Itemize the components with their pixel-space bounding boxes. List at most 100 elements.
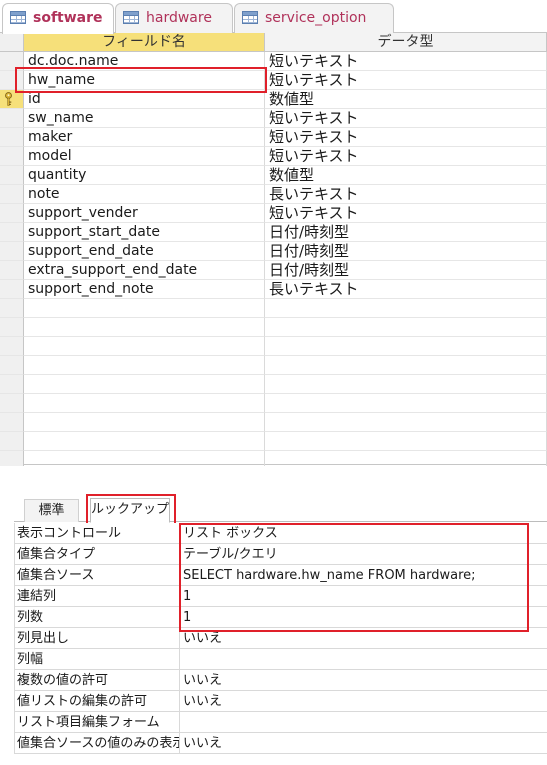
property-value[interactable]: いいえ xyxy=(180,628,547,649)
field-name-cell[interactable]: dc.doc.name xyxy=(24,52,265,71)
property-row[interactable]: 表示コントロール リスト ボックス xyxy=(14,523,547,544)
row-selector[interactable] xyxy=(0,337,24,356)
data-type-cell[interactable]: 数値型 xyxy=(265,166,547,185)
data-type-cell[interactable] xyxy=(265,299,547,318)
empty-row[interactable] xyxy=(0,337,547,356)
field-row[interactable]: note 長いテキスト xyxy=(0,185,547,204)
field-row[interactable]: support_vender 短いテキスト xyxy=(0,204,547,223)
field-name-cell[interactable]: model xyxy=(24,147,265,166)
data-type-cell[interactable]: 短いテキスト xyxy=(265,71,547,90)
property-value[interactable]: リスト ボックス xyxy=(180,523,547,544)
empty-row[interactable] xyxy=(0,375,547,394)
empty-row[interactable] xyxy=(0,394,547,413)
property-row[interactable]: 列数 1 xyxy=(14,607,547,628)
data-type-cell[interactable]: 数値型 xyxy=(265,90,547,109)
field-row[interactable]: sw_name 短いテキスト xyxy=(0,109,547,128)
field-name-cell[interactable]: support_end_note xyxy=(24,280,265,299)
property-row[interactable]: 値集合ソースの値のみの表示 いいえ xyxy=(14,733,547,754)
field-name-header[interactable]: フィールド名 xyxy=(24,33,265,52)
data-type-cell[interactable] xyxy=(265,356,547,375)
field-name-cell[interactable]: quantity xyxy=(24,166,265,185)
field-row[interactable]: dc.doc.name 短いテキスト xyxy=(0,52,547,71)
select-all-corner[interactable] xyxy=(0,33,24,52)
field-name-cell[interactable] xyxy=(24,299,265,318)
row-selector[interactable] xyxy=(0,223,24,242)
data-type-cell[interactable] xyxy=(265,394,547,413)
field-name-cell[interactable] xyxy=(24,413,265,432)
data-type-cell[interactable]: 日付/時刻型 xyxy=(265,261,547,280)
field-name-cell[interactable]: support_vender xyxy=(24,204,265,223)
data-type-cell[interactable] xyxy=(265,337,547,356)
field-name-cell[interactable] xyxy=(24,318,265,337)
tab-service-option[interactable]: service_option xyxy=(234,3,394,33)
field-row[interactable]: support_end_date 日付/時刻型 xyxy=(0,242,547,261)
row-selector[interactable] xyxy=(0,299,24,318)
property-value[interactable]: いいえ xyxy=(180,691,547,712)
row-selector[interactable] xyxy=(0,318,24,337)
field-name-cell[interactable]: hw_name xyxy=(24,71,265,90)
field-name-cell[interactable]: extra_support_end_date xyxy=(24,261,265,280)
property-value[interactable]: テーブル/クエリ xyxy=(180,544,547,565)
row-selector[interactable] xyxy=(0,356,24,375)
row-selector[interactable] xyxy=(0,128,24,147)
field-row[interactable]: hw_name 短いテキスト xyxy=(0,71,547,90)
property-row[interactable]: 連結列 1 xyxy=(14,586,547,607)
field-row[interactable]: model 短いテキスト xyxy=(0,147,547,166)
field-name-cell[interactable]: maker xyxy=(24,128,265,147)
field-name-cell[interactable] xyxy=(24,375,265,394)
empty-row[interactable] xyxy=(0,413,547,432)
row-selector[interactable] xyxy=(0,413,24,432)
data-type-cell[interactable]: 日付/時刻型 xyxy=(265,223,547,242)
field-row[interactable]: support_end_note 長いテキスト xyxy=(0,280,547,299)
row-selector[interactable] xyxy=(0,147,24,166)
property-value[interactable]: いいえ xyxy=(180,670,547,691)
empty-row[interactable] xyxy=(0,299,547,318)
field-row[interactable]: id 数値型 xyxy=(0,90,547,109)
field-row[interactable]: quantity 数値型 xyxy=(0,166,547,185)
row-selector[interactable] xyxy=(0,261,24,280)
empty-row[interactable] xyxy=(0,432,547,451)
field-name-cell[interactable] xyxy=(24,356,265,375)
property-value[interactable] xyxy=(180,649,547,670)
data-type-cell[interactable] xyxy=(265,318,547,337)
property-value[interactable]: 1 xyxy=(180,586,547,607)
row-selector[interactable] xyxy=(0,109,24,128)
data-type-cell[interactable] xyxy=(265,375,547,394)
tab-hardware[interactable]: hardware xyxy=(115,3,233,33)
data-type-header[interactable]: データ型 xyxy=(265,33,547,52)
data-type-cell[interactable] xyxy=(265,413,547,432)
field-name-cell[interactable]: sw_name xyxy=(24,109,265,128)
property-row[interactable]: 値リストの編集の許可 いいえ xyxy=(14,691,547,712)
property-row[interactable]: 値集合タイプ テーブル/クエリ xyxy=(14,544,547,565)
row-selector[interactable] xyxy=(0,394,24,413)
field-row[interactable]: extra_support_end_date 日付/時刻型 xyxy=(0,261,547,280)
property-row[interactable]: 列幅 xyxy=(14,649,547,670)
tab-lookup[interactable]: ルックアップ xyxy=(90,498,170,523)
property-value[interactable]: いいえ xyxy=(180,733,547,754)
row-selector[interactable] xyxy=(0,432,24,451)
field-name-cell[interactable]: id xyxy=(24,90,265,109)
empty-row[interactable] xyxy=(0,356,547,375)
property-value[interactable]: SELECT hardware.hw_name FROM hardware; xyxy=(180,565,547,586)
data-type-cell[interactable]: 長いテキスト xyxy=(265,185,547,204)
property-row[interactable]: 複数の値の許可 いいえ xyxy=(14,670,547,691)
row-selector[interactable] xyxy=(0,71,24,90)
field-name-cell[interactable]: support_end_date xyxy=(24,242,265,261)
tab-standard[interactable]: 標準 xyxy=(24,499,79,522)
property-value[interactable]: 1 xyxy=(180,607,547,628)
property-row[interactable]: 値集合ソース SELECT hardware.hw_name FROM hard… xyxy=(14,565,547,586)
data-type-cell[interactable] xyxy=(265,432,547,451)
field-name-cell[interactable] xyxy=(24,394,265,413)
property-value[interactable] xyxy=(180,712,547,733)
property-row[interactable]: リスト項目編集フォーム xyxy=(14,712,547,733)
field-row[interactable]: maker 短いテキスト xyxy=(0,128,547,147)
row-selector[interactable] xyxy=(0,280,24,299)
field-row[interactable]: support_start_date 日付/時刻型 xyxy=(0,223,547,242)
tab-software[interactable]: software xyxy=(2,3,114,34)
data-type-cell[interactable]: 短いテキスト xyxy=(265,109,547,128)
data-type-cell[interactable]: 短いテキスト xyxy=(265,147,547,166)
field-name-cell[interactable]: note xyxy=(24,185,265,204)
data-type-cell[interactable]: 長いテキスト xyxy=(265,280,547,299)
data-type-cell[interactable]: 短いテキスト xyxy=(265,128,547,147)
data-type-cell[interactable]: 日付/時刻型 xyxy=(265,242,547,261)
